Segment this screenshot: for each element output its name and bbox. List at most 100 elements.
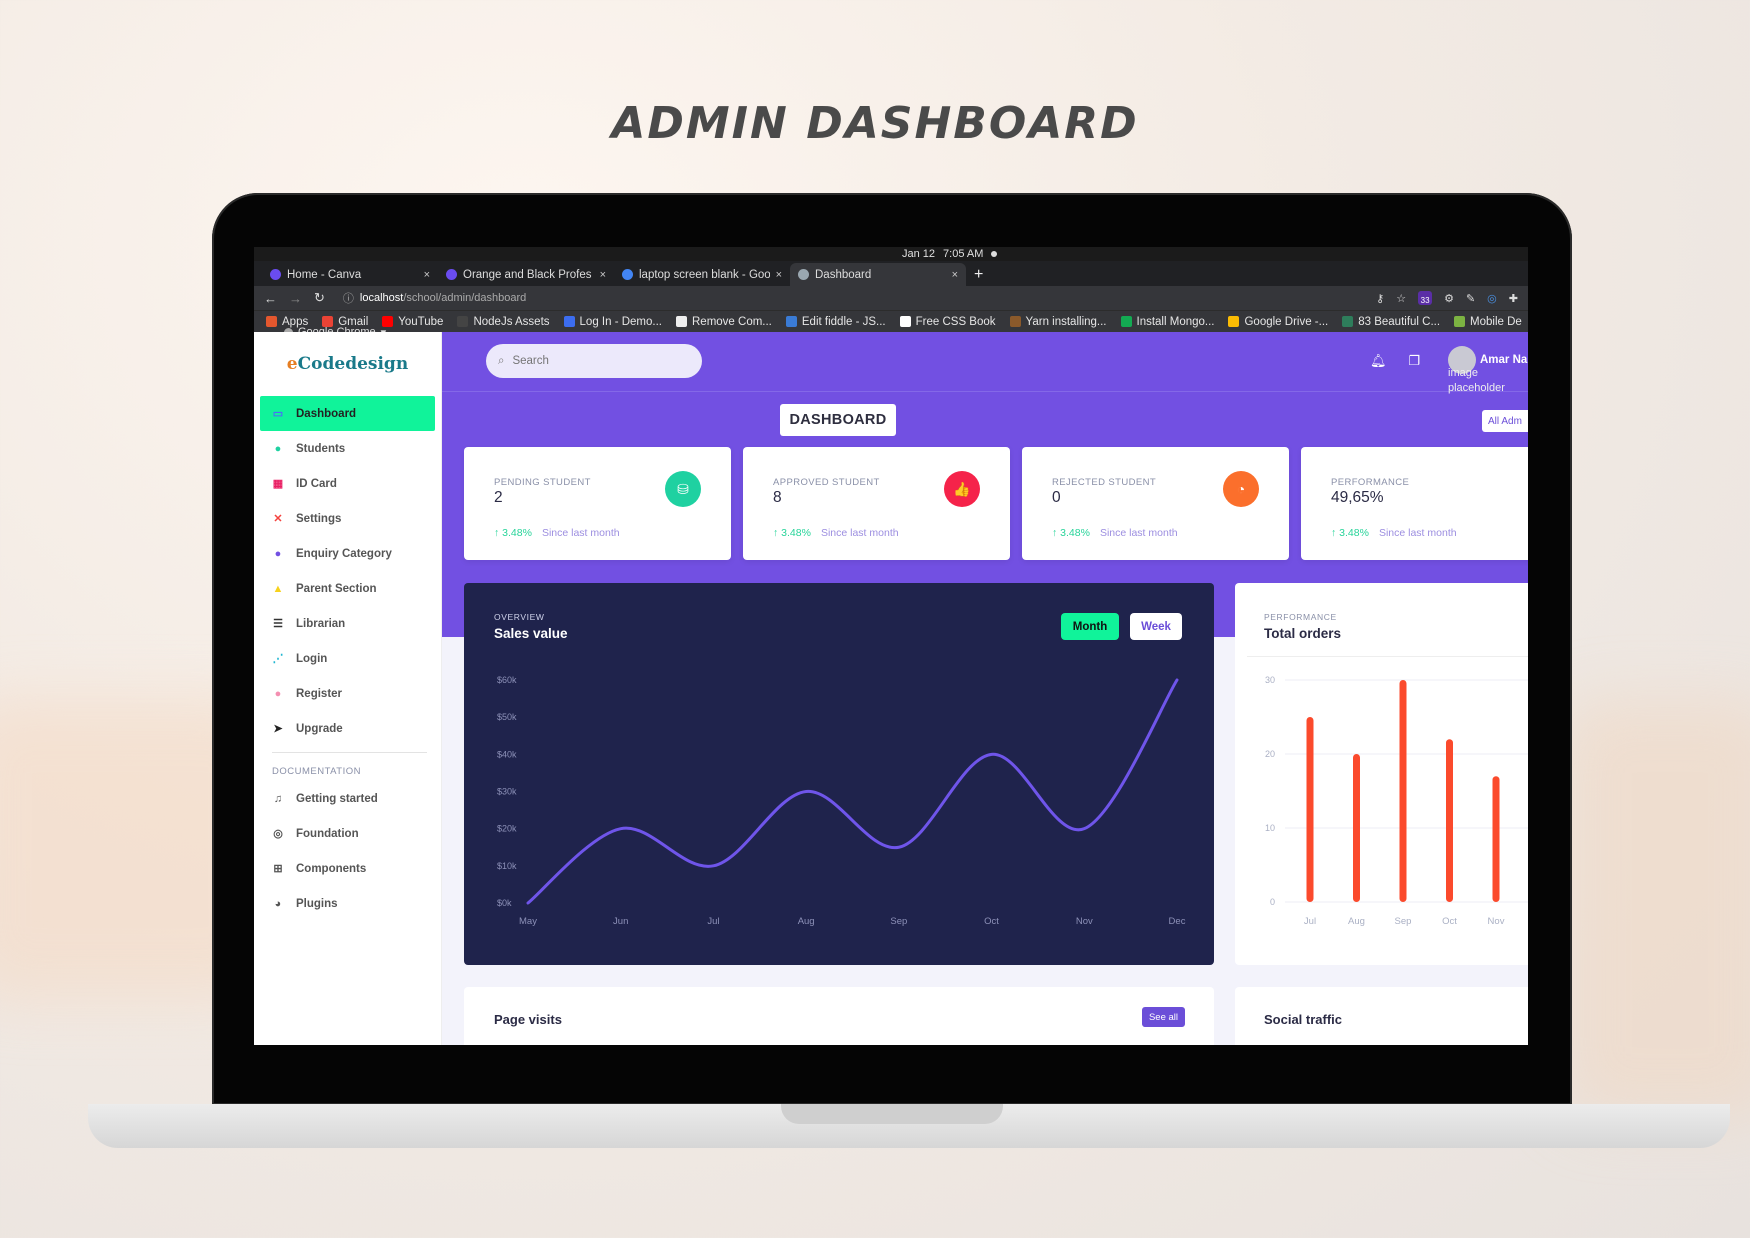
bookmark-favicon-icon <box>563 316 575 327</box>
search-input[interactable] <box>512 355 673 367</box>
bookmark-item[interactable]: Install Mongo... <box>1120 316 1214 328</box>
tab-close-icon[interactable]: × <box>424 269 430 281</box>
main-content: ⌕ 🔔︎ ❐ Amar Na image placeholder DASHBOA… <box>442 332 1528 1045</box>
sidebar-item-label: Settings <box>296 512 342 525</box>
stat-label: PENDING STUDENT <box>494 477 591 488</box>
address-bar: ← → ↻ ⓘ localhost/school/admin/dashboard… <box>254 286 1528 310</box>
map-pin-icon: ● <box>274 547 282 560</box>
paper-plane-icon: ➤ <box>273 723 283 735</box>
browser-tab[interactable]: laptop screen blank - Goo × <box>614 263 790 286</box>
tab-close-icon[interactable]: × <box>600 269 606 281</box>
extension-icon[interactable]: ◎ <box>1487 292 1497 305</box>
key-icon[interactable]: ⚷ <box>1376 292 1384 305</box>
tab-close-icon[interactable]: × <box>952 269 958 281</box>
reload-icon[interactable]: ↻ <box>314 290 325 306</box>
sidebar-item-parent-section[interactable]: ▲ Parent Section <box>260 571 435 606</box>
bookmark-item[interactable]: YouTube <box>382 316 443 328</box>
search-box[interactable]: ⌕ <box>486 344 702 378</box>
user-name: Amar Na <box>1480 354 1528 366</box>
sidebar-item-register[interactable]: ● Register <box>260 676 435 711</box>
logo-prefix: e <box>286 354 298 374</box>
sidebar-item-id-card[interactable]: ▦ ID Card <box>260 466 435 501</box>
url-field[interactable]: ⓘ localhost/school/admin/dashboard <box>343 290 526 306</box>
sidebar-item-label: ID Card <box>296 477 337 490</box>
sidebar-item-label: Upgrade <box>296 722 343 735</box>
extension-icon[interactable]: ⚙ <box>1444 292 1454 305</box>
os-clock[interactable]: Jan 12 7:05 AM <box>902 248 998 260</box>
laptop-notch <box>781 1104 1003 1124</box>
sidebar-item-login[interactable]: ⋰ Login <box>260 641 435 676</box>
week-button[interactable]: Week <box>1130 613 1182 640</box>
pie-chart-icon: ◔ <box>1223 471 1259 507</box>
docs-nav: ♫ Getting started ◎ Foundation ⊞ Components ◕ P… <box>254 781 441 921</box>
bookmark-item[interactable]: Log In - Demo... <box>563 316 662 328</box>
id-card-icon: ▦ <box>272 478 284 490</box>
sidebar-item-components[interactable]: ⊞ Components <box>260 851 435 886</box>
page-visits-card: Page visits See all <box>464 987 1214 1045</box>
sidebar-item-label: Parent Section <box>296 582 377 595</box>
forward-icon[interactable]: → <box>289 291 302 306</box>
info-icon: ⓘ <box>342 293 354 305</box>
tab-close-icon[interactable]: × <box>776 269 782 281</box>
bookmark-favicon-icon <box>785 316 797 327</box>
copy-icon[interactable]: ❐ <box>1409 353 1421 369</box>
bookmarks-bar: Apps Gmail YouTube NodeJs Assets Log In - De… <box>254 310 1528 332</box>
bookmark-item[interactable]: Google Drive -... <box>1228 316 1328 328</box>
sidebar-item-students[interactable]: ● Students <box>260 431 435 466</box>
sidebar-item-label: Getting started <box>296 792 378 805</box>
browser-tab[interactable]: Home - Canva × <box>262 263 438 286</box>
see-all-button[interactable]: See all <box>1142 1007 1185 1027</box>
list-icon: ☰ <box>273 618 283 630</box>
bookmark-favicon-icon <box>1009 316 1021 327</box>
extension-icon[interactable]: ✎ <box>1466 292 1475 305</box>
sidebar-item-upgrade[interactable]: ➤ Upgrade <box>260 711 435 746</box>
bookmark-item[interactable]: 83 Beautiful C... <box>1342 316 1440 328</box>
avatar-alt-text: image placeholder <box>1448 367 1505 394</box>
back-icon[interactable]: ← <box>264 291 277 306</box>
page-title: DASHBOARD <box>780 404 896 436</box>
bookmark-item[interactable]: Remove Com... <box>676 316 772 328</box>
sidebar-item-enquiry-category[interactable]: ● Enquiry Category <box>260 536 435 571</box>
extension-badge-icon[interactable]: 33 <box>1418 291 1433 305</box>
bookmark-item[interactable]: Free CSS Book <box>899 316 996 328</box>
browser-tab[interactable]: Orange and Black Profes × <box>438 263 614 286</box>
sidebar-item-librarian[interactable]: ☰ Librarian <box>260 606 435 641</box>
bookmark-item[interactable]: Mobile De <box>1454 316 1522 328</box>
tab-favicon-icon <box>270 269 281 280</box>
bookmark-favicon-icon <box>457 316 469 327</box>
delta-since: Since last month <box>541 527 620 539</box>
sidebar-item-dashboard[interactable]: ▭ Dashboard <box>260 396 435 431</box>
y-tick-label: 30 <box>1265 675 1275 685</box>
brand-logo[interactable]: e Codedesign <box>254 332 441 396</box>
delta-value: 3.48% <box>781 527 811 539</box>
bookmark-item[interactable]: Edit fiddle - JS... <box>785 316 886 328</box>
sidebar-item-label: Login <box>296 652 328 665</box>
browser-tab[interactable]: Dashboard × <box>790 263 966 286</box>
sidebar-item-label: Enquiry Category <box>296 547 392 560</box>
delta-percent: ↑ 3.48% <box>494 527 532 539</box>
stat-label: REJECTED STUDENT <box>1052 477 1157 488</box>
user-menu[interactable]: Amar Na image placeholder <box>1448 346 1528 396</box>
new-tab-button[interactable]: + <box>974 263 983 286</box>
orders-bar <box>1399 680 1407 902</box>
bookmark-item[interactable]: Yarn installing... <box>1009 316 1107 328</box>
puzzle-icon[interactable]: ✚ <box>1509 292 1518 305</box>
month-button[interactable]: Month <box>1061 613 1119 640</box>
url-host: localhost <box>359 292 404 304</box>
sidebar-item-foundation[interactable]: ◎ Foundation <box>260 816 435 851</box>
x-tick-label: Dec <box>1169 916 1186 927</box>
delta-value: 3.48% <box>1339 527 1369 539</box>
sidebar-item-getting-started[interactable]: ♫ Getting started <box>260 781 435 816</box>
all-admin-button[interactable]: All Adm <box>1482 410 1528 432</box>
bookmark-item[interactable]: NodeJs Assets <box>457 316 550 328</box>
star-icon[interactable]: ☆ <box>1396 292 1406 305</box>
bell-icon[interactable]: 🔔︎ <box>1370 353 1387 369</box>
y-tick-label: 0 <box>1270 897 1275 907</box>
delta-since: Since last month <box>820 527 899 539</box>
stat-value: 0 <box>1052 489 1061 506</box>
sidebar-item-settings[interactable]: ✕ Settings <box>260 501 435 536</box>
y-tick-label: 10 <box>1265 823 1275 833</box>
stat-delta: ↑ 3.48% Since last month <box>1052 527 1178 539</box>
delta-since: Since last month <box>1099 527 1178 539</box>
sidebar-item-plugins[interactable]: ◕ Plugins <box>260 886 435 921</box>
